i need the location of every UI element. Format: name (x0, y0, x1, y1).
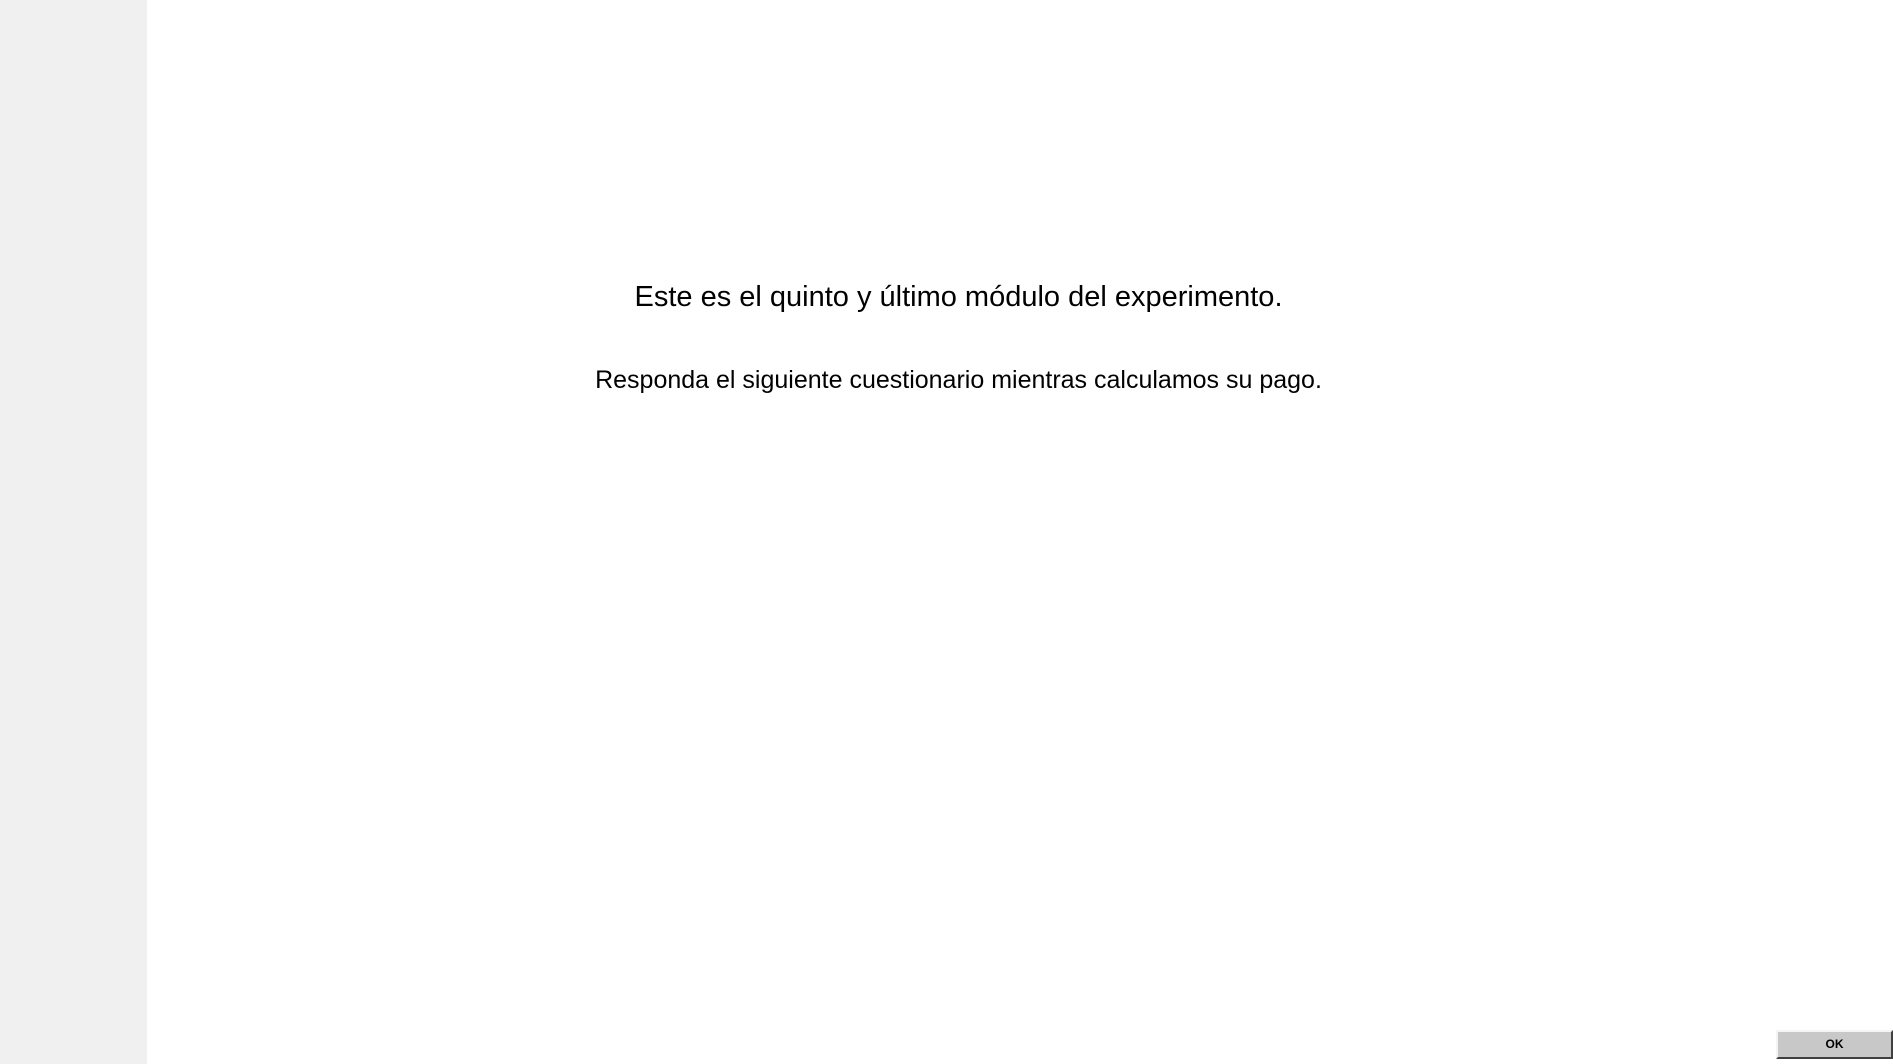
page-heading: Este es el quinto y último módulo del ex… (634, 281, 1283, 313)
instruction-text: Responda el siguiente cuestionario mient… (595, 366, 1322, 394)
ok-button[interactable]: OK (1776, 1030, 1893, 1059)
main-content (147, 0, 1893, 1064)
left-panel (0, 0, 147, 1064)
